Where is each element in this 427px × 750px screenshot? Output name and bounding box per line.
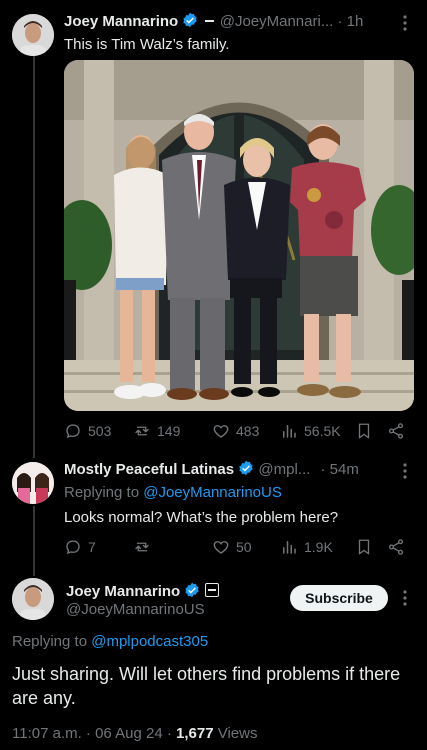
verified-badge-icon (184, 582, 200, 598)
affiliate-badge-icon (204, 20, 214, 22)
replying-prefix: Replying to (64, 484, 140, 501)
tweet2-header: Mostly Peaceful Latinas @mpl... · 54m (64, 460, 414, 478)
tweet1-header: Joey Mannarino @JoeyMannari... · 1h (64, 12, 414, 30)
tweet-text: Just sharing. Will let others find probl… (12, 664, 401, 708)
more-options-icon[interactable] (399, 462, 411, 480)
reply-button[interactable]: 503 (64, 422, 111, 440)
views-button[interactable]: 1.9K (280, 538, 333, 556)
more-options-icon[interactable] (399, 589, 411, 607)
heart-icon (213, 425, 229, 438)
views-label: Views (213, 725, 258, 742)
reply-button[interactable]: 7 (64, 538, 96, 556)
tweet-text: This is Tim Walz’s family. (64, 36, 230, 53)
subscribe-button[interactable]: Subscribe (290, 585, 388, 611)
timestamp[interactable]: · 1h (338, 13, 364, 30)
views-chart-icon (283, 541, 296, 554)
thread-line-1 (33, 56, 35, 458)
verified-badge-icon (238, 460, 254, 476)
share-button[interactable] (387, 538, 405, 556)
retweet-button[interactable] (133, 538, 151, 556)
author-handle[interactable]: @mpl... (258, 461, 310, 478)
tweet3-author: Joey Mannarino (66, 582, 219, 600)
share-button[interactable] (387, 422, 405, 440)
reply-count: 7 (88, 539, 96, 555)
views-count: 1.9K (304, 539, 333, 555)
like-button[interactable]: 50 (212, 538, 252, 556)
replying-handle-link[interactable]: @JoeyMannarinoUS (143, 484, 282, 501)
tweet-photo[interactable] (64, 60, 414, 411)
replying-prefix: Replying to (12, 633, 88, 650)
reply-icon (66, 540, 80, 555)
retweet-button[interactable]: 149 (133, 422, 180, 440)
bookmark-icon (358, 539, 370, 555)
author-handle[interactable]: @JoeyMannarinoUS (66, 601, 205, 618)
views-chart-icon (283, 425, 296, 438)
bookmark-button[interactable] (355, 422, 373, 440)
thread-line-2 (33, 506, 35, 576)
bookmark-icon (358, 423, 370, 439)
replying-to: Replying to @JoeyMannarinoUS (64, 484, 282, 501)
author-handle[interactable]: @JoeyMannari... (220, 13, 334, 30)
avatar[interactable] (12, 14, 54, 56)
tweet-meta: 11:07 a.m. · 06 Aug 24 · 1,677 Views (12, 725, 257, 742)
share-icon (388, 423, 404, 439)
subscribe-label: Subscribe (305, 590, 373, 606)
retweet-count: 149 (157, 423, 181, 439)
family-photo-image (64, 60, 414, 411)
avatar-group-icon (12, 462, 54, 504)
bookmark-button[interactable] (355, 538, 373, 556)
heart-icon (213, 541, 229, 554)
like-count: 50 (236, 539, 252, 555)
avatar-portrait-icon (12, 14, 54, 56)
avatar-portrait-icon (12, 578, 54, 620)
views-count: 56.5K (304, 423, 341, 439)
replying-handle-link[interactable]: @mplpodcast305 (91, 633, 208, 650)
like-button[interactable]: 483 (212, 422, 259, 440)
author-name[interactable]: Joey Mannarino (64, 13, 178, 30)
like-count: 483 (236, 423, 260, 439)
retweet-icon (135, 426, 149, 436)
share-icon (388, 539, 404, 555)
timestamp[interactable]: · 54m (320, 461, 358, 478)
post-timestamp[interactable]: 11:07 a.m. · 06 Aug 24 · (12, 725, 176, 742)
replying-to: Replying to @mplpodcast305 (12, 633, 208, 650)
avatar[interactable] (12, 462, 54, 504)
author-name[interactable]: Joey Mannarino (66, 583, 180, 600)
reply-count: 503 (88, 423, 112, 439)
tweet-text: Looks normal? What’s the problem here? (64, 509, 339, 526)
views-button[interactable]: 56.5K (280, 422, 341, 440)
views-count: 1,677 (176, 725, 214, 742)
reply-icon (66, 424, 80, 439)
author-name[interactable]: Mostly Peaceful Latinas (64, 461, 234, 478)
more-options-icon[interactable] (399, 14, 411, 32)
affiliate-badge-icon (204, 583, 219, 597)
retweet-icon (135, 542, 149, 552)
avatar[interactable] (12, 578, 54, 620)
verified-badge-icon (182, 12, 198, 28)
